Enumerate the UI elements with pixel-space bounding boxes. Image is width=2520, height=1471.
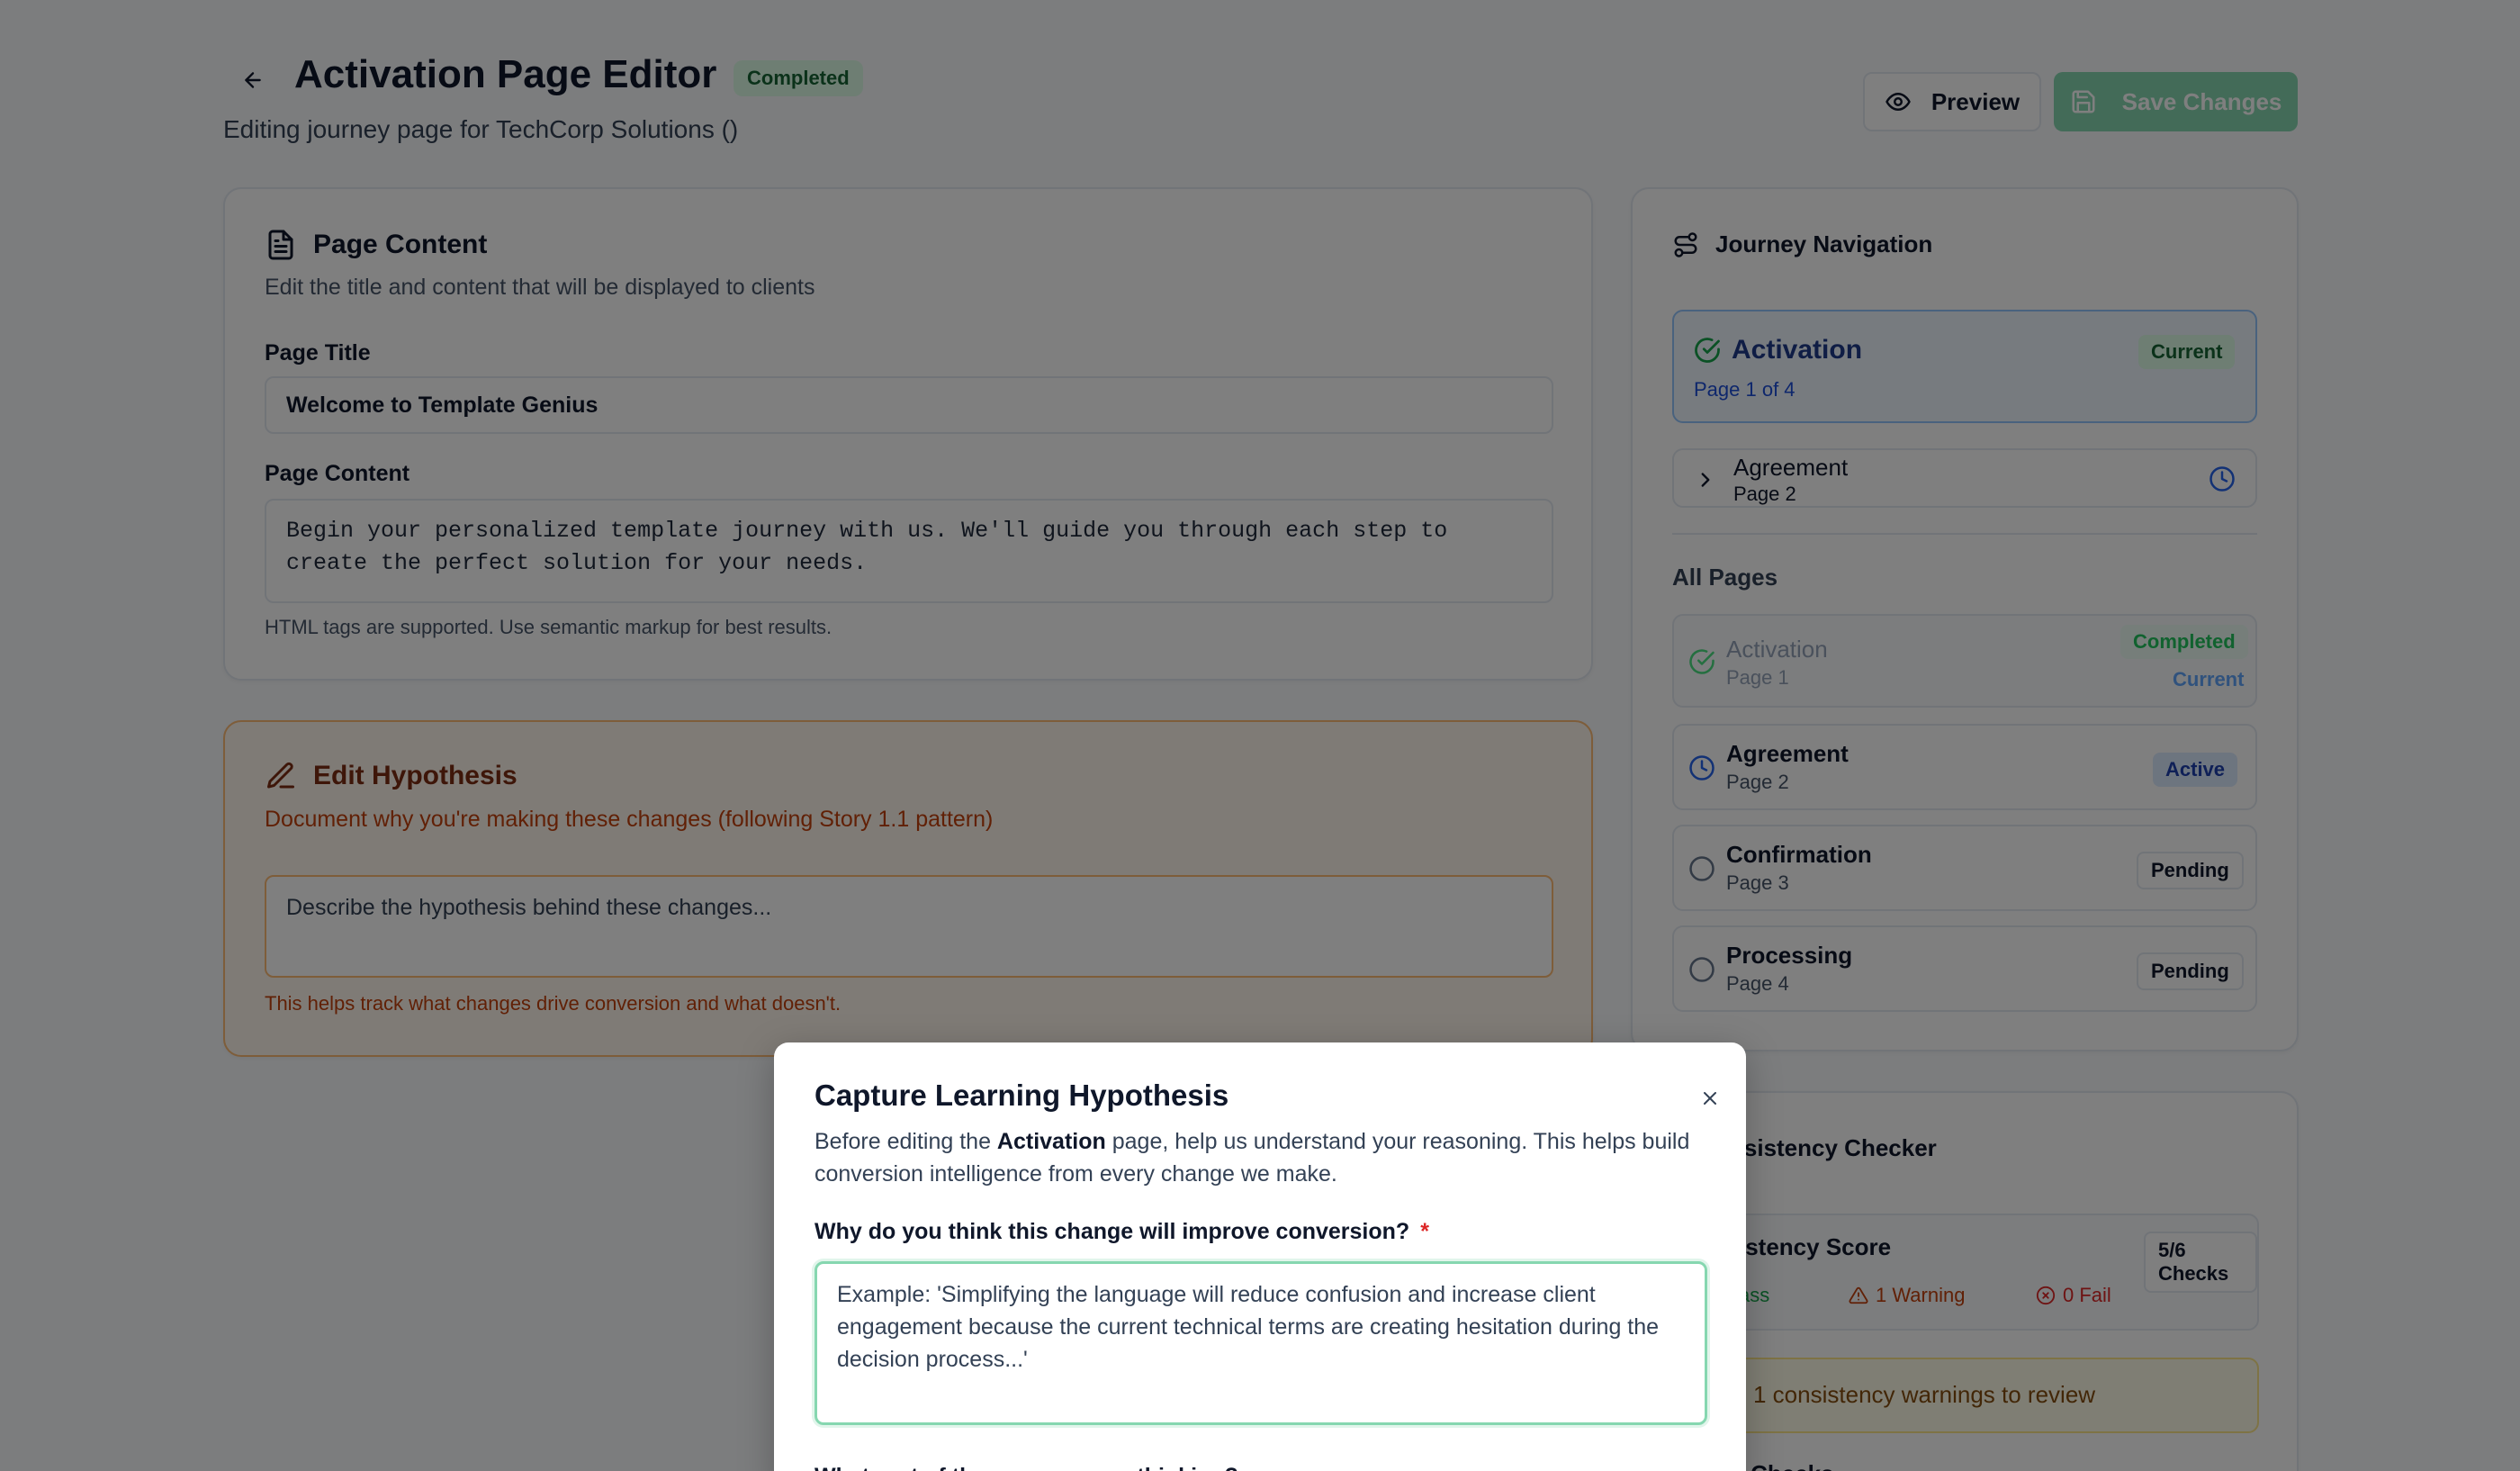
question-label: Why do you think this change will improv… bbox=[814, 1219, 1429, 1245]
modal-desc-page: Activation bbox=[996, 1129, 1106, 1154]
close-icon bbox=[1704, 1092, 1716, 1105]
modal-desc-text: Before editing the bbox=[814, 1129, 997, 1154]
required-mark: * bbox=[1420, 1219, 1429, 1244]
modal-description: Before editing the Activation page, help… bbox=[814, 1125, 1714, 1190]
hypothesis-answer-textarea[interactable]: Example: 'Simplifying the language will … bbox=[814, 1261, 1707, 1425]
close-button[interactable] bbox=[1692, 1080, 1728, 1116]
modal-title: Capture Learning Hypothesis bbox=[814, 1078, 1229, 1112]
capture-hypothesis-dialog: Capture Learning Hypothesis Before editi… bbox=[774, 1042, 1746, 1471]
question-text: Why do you think this change will improv… bbox=[814, 1219, 1410, 1244]
next-question-label: What part of the page are you thinking? bbox=[814, 1464, 1238, 1471]
